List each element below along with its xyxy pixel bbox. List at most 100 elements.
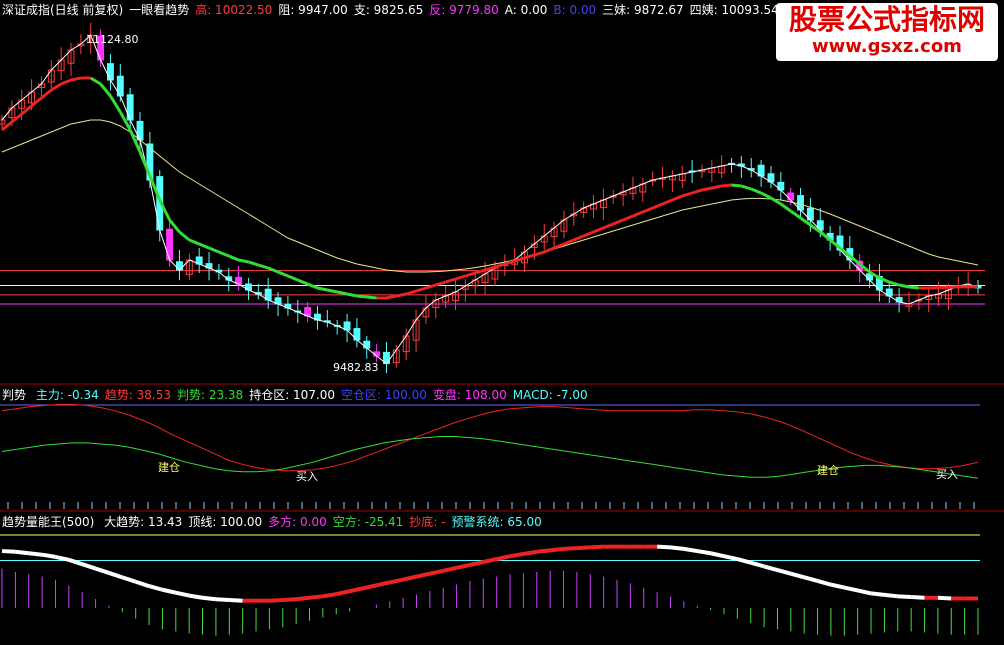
panel2-field-7: MACD: -7.00 xyxy=(512,388,588,402)
trend-seg-10 xyxy=(89,76,102,86)
panel1-indicator: 一眼看趋势 xyxy=(129,3,190,17)
trend-seg-7 xyxy=(60,78,72,86)
panel1-field-1: 阻: 9947.00 xyxy=(278,3,348,17)
trend-seg-20 xyxy=(188,238,200,246)
trend-seg-81 xyxy=(789,209,802,220)
panel2-red-line xyxy=(1,403,979,472)
candle-body-14 xyxy=(136,120,144,141)
panel3-trend-seg-56 xyxy=(736,557,752,565)
panel3-trend-seg-66 xyxy=(870,591,885,597)
panel3-trend-seg-14 xyxy=(175,590,190,598)
trend-seg-34 xyxy=(327,288,338,294)
panel3-trend-seg-39 xyxy=(509,552,524,559)
panel1-field-4: A: 0.00 xyxy=(504,3,548,17)
trend-seg-91 xyxy=(888,280,900,287)
panel3-trend-seg-62 xyxy=(817,579,832,587)
panel3-trend-seg-26 xyxy=(335,589,351,597)
panel1-field-0: 高: 10022.50 xyxy=(195,3,273,17)
panel3-trend-seg-12 xyxy=(148,584,163,592)
panel3-trend-seg-28 xyxy=(362,583,377,591)
panel3-field-2: 顶线: 100.00 xyxy=(188,515,263,529)
trend-seg-28 xyxy=(267,266,279,274)
trend-seg-25 xyxy=(238,258,249,264)
panel3-field-1: 大趋势: 13.43 xyxy=(104,515,183,529)
trend-seg-22 xyxy=(208,246,220,254)
panel2-field-6: 变盘: 108.00 xyxy=(432,388,507,402)
trend-seg-61 xyxy=(592,226,604,234)
trend-seg-54 xyxy=(524,253,535,260)
trend-seg-30 xyxy=(287,274,299,282)
panel3-trend-seg-31 xyxy=(402,574,417,582)
candle-body-83 xyxy=(816,220,824,231)
trend-seg-71 xyxy=(691,188,703,195)
trend-seg-8 xyxy=(70,76,82,82)
panel3-trend-seg-41 xyxy=(536,548,551,554)
panel3-trend-seg-67 xyxy=(884,592,898,599)
trend-seg-79 xyxy=(770,196,782,206)
panel3-field-3: 多方: 0.00 xyxy=(268,515,327,529)
panel3-trend-seg-69 xyxy=(911,595,925,600)
trend-seg-57 xyxy=(553,242,565,250)
ma-slow-line xyxy=(1,119,979,273)
trend-seg-67 xyxy=(652,202,664,210)
panel3-trend-seg-25 xyxy=(322,592,337,599)
panel3-trend-seg-2 xyxy=(15,549,29,556)
trend-seg-55 xyxy=(533,250,545,257)
trend-seg-68 xyxy=(661,198,673,206)
trend-seg-5 xyxy=(40,88,53,100)
panel3-trend-seg-7 xyxy=(81,562,97,571)
panel3-trend-seg-13 xyxy=(162,587,177,595)
panel3-trend-seg-27 xyxy=(349,586,364,594)
trend-seg-33 xyxy=(317,286,328,292)
low-label: 9482.83 xyxy=(333,361,379,374)
trend-seg-21 xyxy=(198,242,210,250)
panel3-trend-seg-33 xyxy=(429,568,444,576)
panel1-field-6: 三妹: 9872.67 xyxy=(602,3,684,17)
panel3-trend-seg-58 xyxy=(763,564,778,572)
trend-seg-93 xyxy=(908,285,919,290)
trend-seg-73 xyxy=(711,184,722,190)
trend-seg-37 xyxy=(356,294,367,299)
candle-body-11 xyxy=(106,63,114,81)
annotation-mairu-1: 买入 xyxy=(296,470,318,483)
watermark-line2: www.gsxz.com xyxy=(812,36,962,57)
panel3-trend-seg-29 xyxy=(375,580,391,588)
candle-body-91 xyxy=(895,297,903,303)
trend-seg-65 xyxy=(632,210,644,218)
trend-seg-77 xyxy=(750,187,762,195)
trend-seg-51 xyxy=(494,262,506,269)
panel3-trend-seg-23 xyxy=(295,595,310,602)
panel1-field-5: B: 0.00 xyxy=(553,3,597,17)
panel3-trend-seg-9 xyxy=(108,571,123,580)
panel3-trend-seg-65 xyxy=(857,588,872,596)
panel3-trend-seg-68 xyxy=(897,594,912,600)
trend-seg-31 xyxy=(297,278,309,286)
candle-body-18 xyxy=(175,261,183,271)
panel3-trend-seg-24 xyxy=(309,594,324,600)
panel3-trend-seg-61 xyxy=(803,575,819,583)
panel3-trend-seg-3 xyxy=(28,551,43,557)
panel3-field-6: 预警系统: 65.00 xyxy=(451,515,542,529)
candle-body-17 xyxy=(166,228,174,261)
trend-seg-47 xyxy=(455,274,466,281)
panel1-field-2: 支: 9825.65 xyxy=(353,3,424,17)
trend-seg-45 xyxy=(435,280,447,287)
panel3-trend-seg-8 xyxy=(94,566,110,575)
panel1-field-3: 反: 9779.80 xyxy=(429,3,499,17)
trend-seg-4 xyxy=(30,96,43,108)
panel3-field-5: 抄底: - xyxy=(409,515,446,529)
trend-seg-43 xyxy=(415,286,427,293)
panel1-header: 深证成指(日线 前复权) 一眼看趋势 高: 10022.50 阻: 9947.00 支:… xyxy=(2,2,848,18)
chart-svg[interactable] xyxy=(0,0,1004,645)
annotation-mairu-2: 买入 xyxy=(936,468,958,481)
panel3-trend-seg-51 xyxy=(670,545,685,551)
trend-seg-3 xyxy=(20,104,33,116)
trend-seg-12 xyxy=(109,95,122,113)
panel2-field-4: 持仓区: 107.00 xyxy=(249,388,336,402)
panel2-field-0: 判势 xyxy=(2,388,30,402)
trend-seg-46 xyxy=(445,277,456,284)
panel3-trend-seg-60 xyxy=(790,571,805,580)
annotation-jiancang-2: 建仓 xyxy=(817,464,839,477)
panel3-trend-seg-64 xyxy=(843,585,859,593)
trend-seg-66 xyxy=(642,206,654,214)
